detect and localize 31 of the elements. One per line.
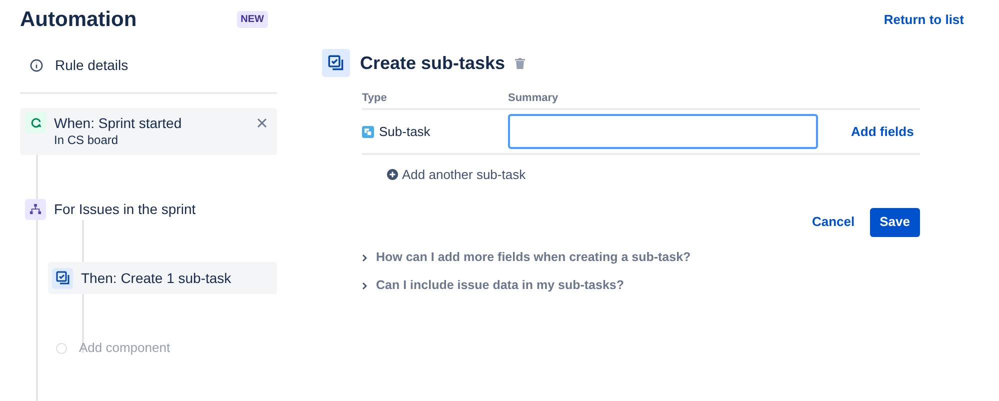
type-cell-text: Sub-task <box>379 122 430 141</box>
page-title: Automation <box>20 6 137 33</box>
hierarchy-icon <box>30 204 41 215</box>
checkbox-stack-icon <box>328 55 344 71</box>
new-badge: NEW <box>236 11 268 28</box>
trigger-subtitle: In CS board <box>54 132 120 148</box>
close-icon[interactable] <box>257 118 267 128</box>
summary-field[interactable] <box>508 114 818 149</box>
save-button[interactable]: Save <box>870 208 920 236</box>
trash-icon[interactable] <box>515 58 526 68</box>
trigger-card[interactable]: When: Sprint started In CS board <box>20 108 277 155</box>
return-link[interactable]: Return to list <box>884 10 964 30</box>
column-header: Summary <box>508 91 558 106</box>
chevron-icon <box>362 282 368 290</box>
add-row-button[interactable]: Add another sub-task <box>387 165 526 184</box>
plus-circle-icon <box>387 169 398 180</box>
panel-title: Create sub-tasks <box>360 52 506 74</box>
faq-toggle[interactable]: How can I add more fields when creating a sub-task? <box>362 248 920 266</box>
chevron-icon <box>362 254 368 262</box>
checkbox-stack-icon <box>56 271 70 285</box>
loop-icon <box>30 116 42 128</box>
faq-toggle[interactable]: Can I include issue data in my sub-tasks? <box>362 276 920 294</box>
cancel-button[interactable]: Cancel <box>810 208 857 236</box>
column-header: Type <box>362 91 388 106</box>
add-fields-link[interactable]: Add fields <box>851 122 914 142</box>
rule-details-item[interactable]: Rule details <box>20 38 277 94</box>
trigger-title: When: Sprint started <box>54 114 182 132</box>
branch-title: For Issues in the sprint <box>54 200 196 219</box>
subtask-icon <box>362 126 374 138</box>
info-icon <box>30 58 43 72</box>
action-card[interactable]: Then: Create 1 sub-task <box>48 262 277 294</box>
